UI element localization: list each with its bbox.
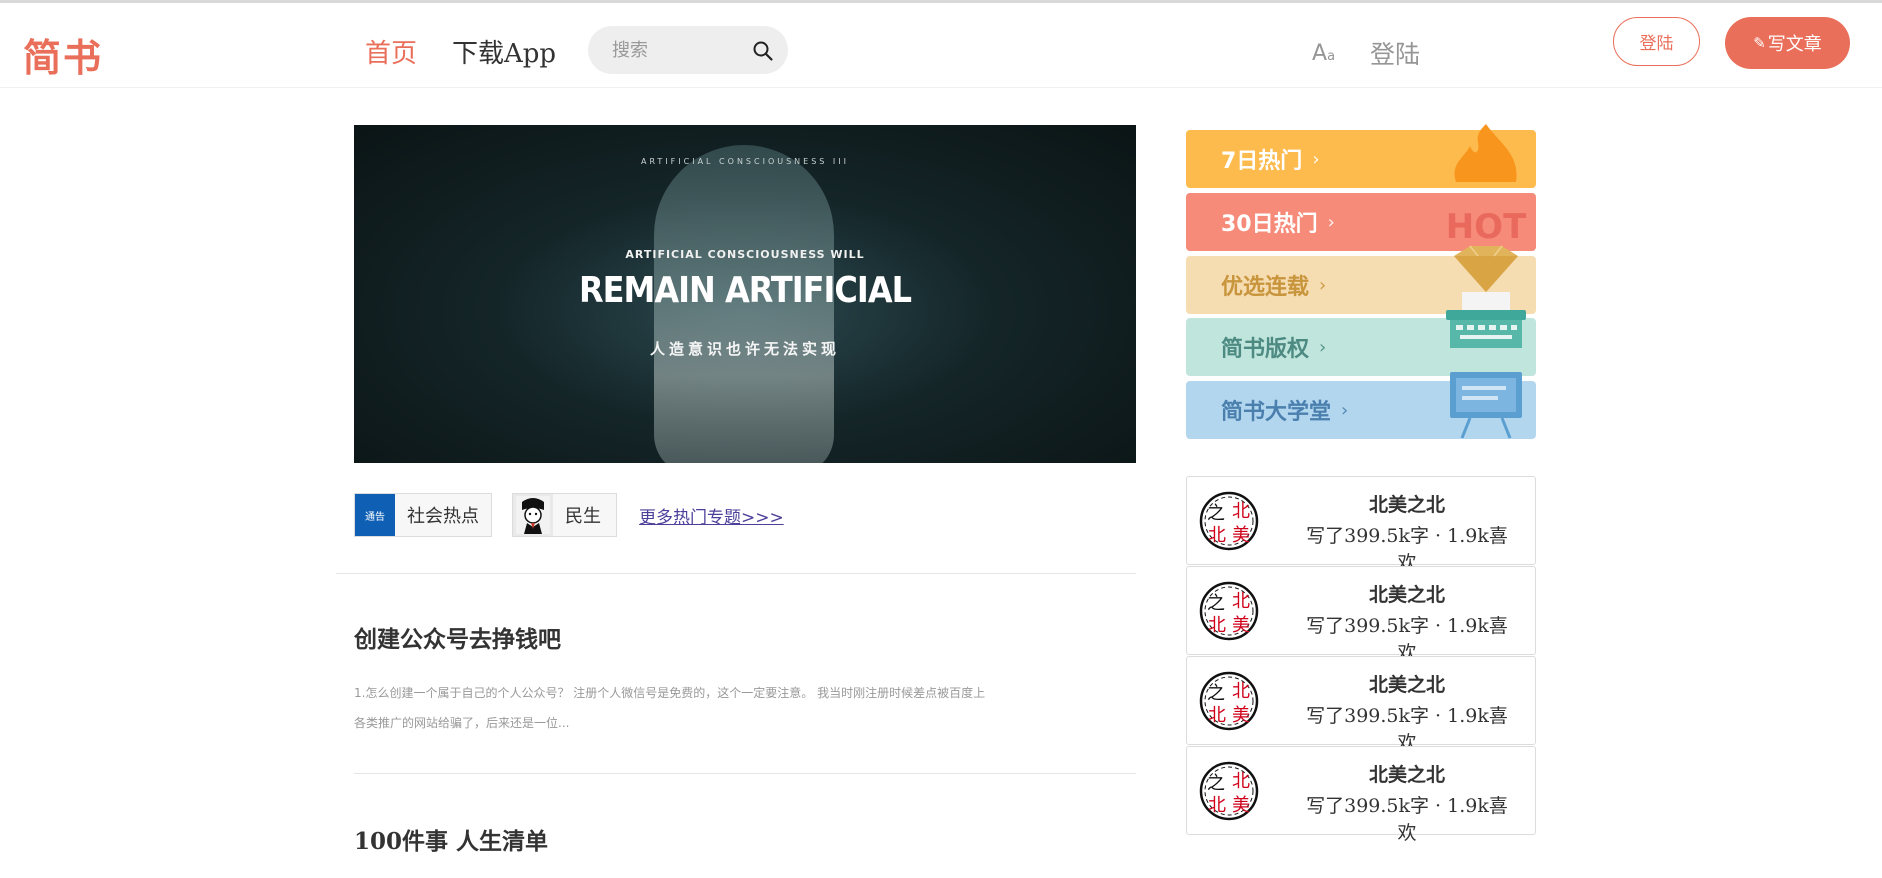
write-article-label: 写文章 [1767,34,1822,55]
chevron-right-icon: › [1327,211,1335,233]
topic-thumb-livelihood [513,494,553,536]
chevron-right-icon: › [1319,336,1327,358]
font-size-icon-small: a [1327,49,1336,64]
author-card[interactable]: 之 北 北 美 北美之北 写了399.5k字 · 1.9k喜欢 [1186,746,1536,844]
pen-icon: ✎ [1753,34,1766,52]
topic-chip-livelihood[interactable]: 民生 [512,493,617,537]
author-avatar: 之 北 北 美 [1199,581,1259,641]
login-link[interactable]: 登陆 [1370,35,1420,71]
svg-text:北: 北 [1232,681,1250,702]
diamond-icon [1454,245,1518,292]
more-topics-link[interactable]: 更多热门专题>>> [639,503,784,528]
author-name[interactable]: 北美之北 [1307,490,1507,517]
topic-chip-social[interactable]: 通告 社会热点 [354,493,492,537]
svg-text:之: 之 [1207,773,1225,794]
banner-carousel[interactable]: ARTIFICIAL CONSCIOUSNESS III ARTIFICIAL … [354,125,1136,463]
author-avatar: 之 北 北 美 [1199,761,1259,821]
banner-small-caption: ARTIFICIAL CONSCIOUSNESS III [640,157,849,166]
svg-text:美: 美 [1232,705,1250,726]
chevron-right-icon: › [1312,148,1320,170]
board-label: 简书大学堂 [1221,400,1332,425]
search-input[interactable] [612,37,742,63]
chevron-right-icon: › [1341,399,1349,421]
topic-thumb-social: 通告 [355,494,395,536]
article-title[interactable]: 创建公众号去挣钱吧 [354,620,561,654]
svg-text:北: 北 [1232,591,1250,612]
topic-label: 民生 [565,506,601,527]
divider [354,773,1136,774]
write-article-button[interactable]: ✎ 写文章 [1725,17,1850,69]
nav-download-app-link[interactable]: 下载App [452,33,556,70]
caricature-icon [516,496,550,534]
banner-line-1: ARTIFICIAL CONSCIOUSNESS WILL [625,248,865,261]
author-card[interactable]: 之 北 北 美 北美之北 写了399.5k字 · 1.9k喜欢 [1186,566,1536,664]
svg-text:北: 北 [1232,771,1250,792]
board-label: 30日热门 [1221,212,1318,237]
nav-home-link[interactable]: 首页 [365,33,417,70]
svg-text:美: 美 [1232,615,1250,636]
author-card[interactable]: 之 北 北 美 北美之北 写了399.5k字 · 1.9k喜欢 [1186,656,1536,754]
board-label: 优选连载 [1221,275,1310,300]
author-stats: 写了399.5k字 · 1.9k喜欢 [1306,795,1508,844]
topic-label: 社会热点 [407,506,479,527]
typewriter-icon [1446,292,1526,348]
site-header: 简书 首页 下载App Aa 登陆 登陆 ✎ 写文章 [0,3,1882,88]
lecture-board-icon [1450,372,1522,439]
svg-text:北: 北 [1208,795,1226,816]
board-label: 7日热门 [1221,149,1303,174]
chevron-right-icon: › [1319,274,1327,296]
svg-text:北: 北 [1208,705,1226,726]
site-logo[interactable]: 简书 [23,27,103,82]
svg-text:之: 之 [1207,683,1225,704]
author-name[interactable]: 北美之北 [1307,670,1507,697]
login-button[interactable]: 登陆 [1613,17,1700,66]
author-card[interactable]: 之 北 北 美 北美之北 写了399.5k字 · 1.9k喜欢 [1186,476,1536,574]
font-size-icon[interactable]: Aa [1312,41,1335,66]
board-illustration: HOT [1446,124,1527,439]
font-size-icon-main: A [1312,41,1328,66]
divider [336,573,1136,574]
hot-icon-text: HOT [1446,207,1527,247]
flame-icon [1454,124,1517,182]
article-title[interactable]: 100件事 人生清单 [354,822,548,856]
author-avatar: 之 北 北 美 [1199,671,1259,731]
author-name[interactable]: 北美之北 [1307,760,1507,787]
author-avatar: 之 北 北 美 [1199,491,1259,551]
banner-line-2: REMAIN ARTIFICIAL [579,269,912,311]
svg-text:北: 北 [1232,501,1250,522]
author-name[interactable]: 北美之北 [1307,580,1507,607]
svg-text:北: 北 [1208,525,1226,546]
svg-text:北: 北 [1208,615,1226,636]
svg-text:之: 之 [1207,503,1225,524]
search-icon[interactable] [752,40,774,62]
banner-line-3: 人造意识也许无法实现 [649,340,840,358]
board-label: 简书版权 [1221,337,1310,362]
svg-text:美: 美 [1232,525,1250,546]
svg-text:美: 美 [1232,795,1250,816]
svg-text:之: 之 [1207,593,1225,614]
article-excerpt: 1.怎么创建一个属于自己的个人公众号？ 注册个人微信号是免费的，这个一定要注意。… [354,686,986,730]
